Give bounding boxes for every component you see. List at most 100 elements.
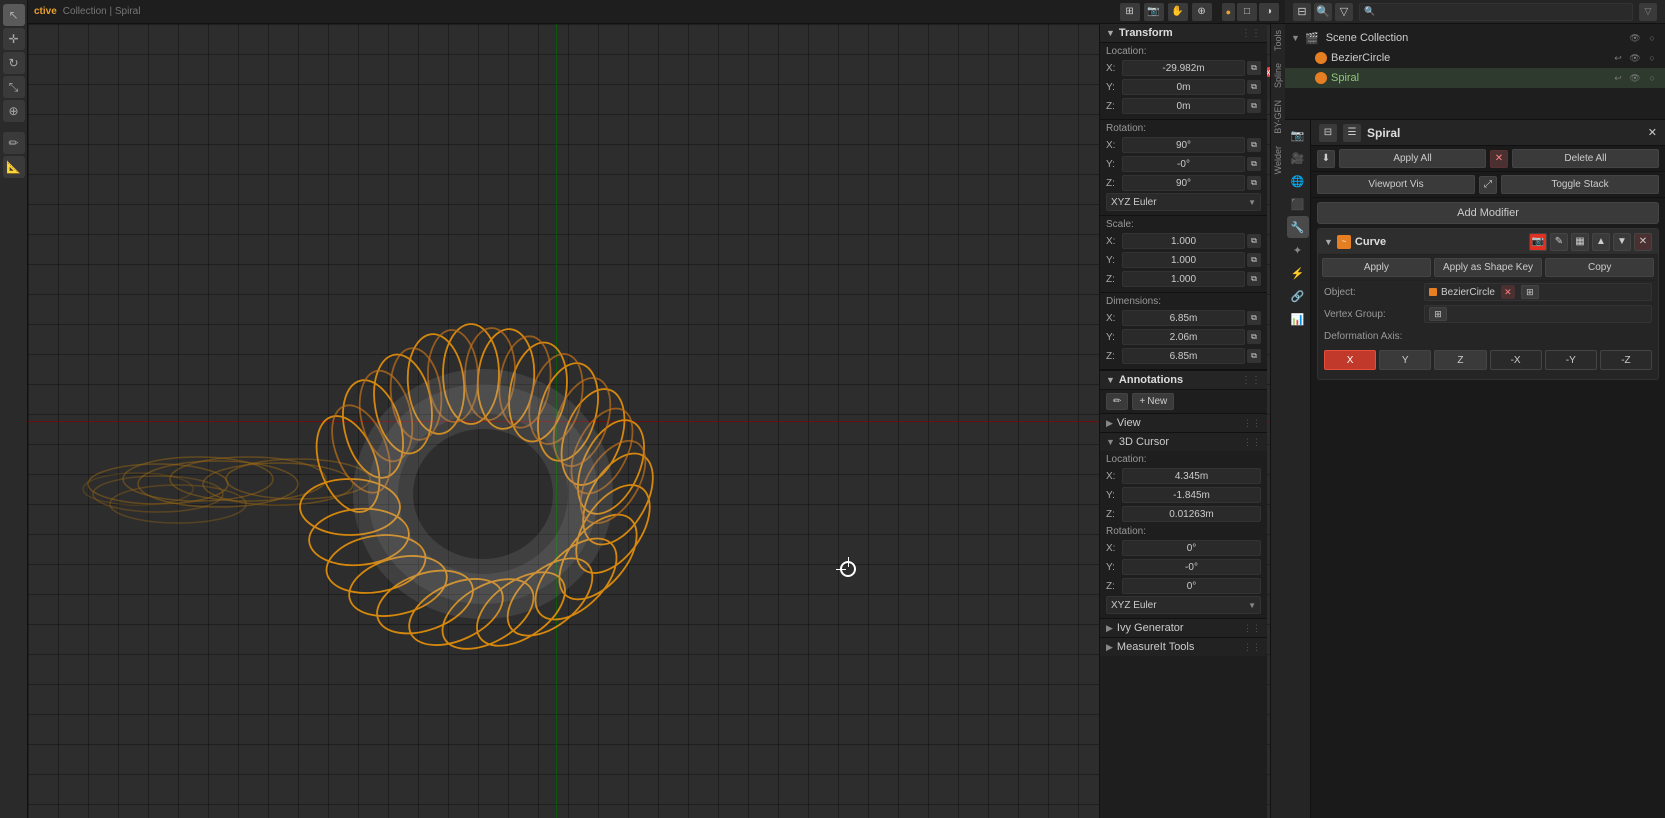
deform-axis-z-btn[interactable]: Z [1434,350,1486,370]
select-tool[interactable]: ↖ [3,4,25,26]
vtab-welder[interactable]: Welder [1271,140,1285,180]
annotate-new-btn[interactable]: + New [1132,393,1174,410]
location-x-copy[interactable]: ⧉ [1247,61,1261,75]
toggle-stack-button[interactable]: Toggle Stack [1501,175,1659,194]
annotate-tool[interactable]: ✏ [3,132,25,154]
tree-item-beziercircle[interactable]: BezierCircle ↩ 👁 ○ [1285,48,1665,68]
deform-axis-y-btn[interactable]: Y [1379,350,1431,370]
scale-x-copy[interactable]: ⧉ [1247,234,1261,248]
move-tool[interactable]: ✛ [3,28,25,50]
cursor-ry-value[interactable]: -0° [1122,559,1261,575]
apply-all-x-button[interactable]: ✕ [1490,150,1508,168]
outliner-filter-btn[interactable]: ▽ [1639,3,1657,21]
outliner-view-icon[interactable]: 🔍 [1314,3,1332,21]
dim-y-copy[interactable]: ⧉ [1247,330,1261,344]
viewport-vis-expand-icon[interactable]: ⤢ [1479,176,1497,194]
curve-modifier-up-icon[interactable]: ▲ [1592,233,1610,251]
dim-x-value[interactable]: 6.85m [1122,310,1245,326]
world-icon-btn[interactable]: 🌐 [1287,170,1309,192]
grid-icon[interactable]: ⊞ [1120,3,1140,21]
shading-wireframe[interactable]: □ [1237,3,1257,21]
scale-x-value[interactable]: 1.000 [1122,233,1245,249]
particles-icon-btn[interactable]: ✦ [1287,239,1309,261]
rotation-z-copy[interactable]: ⧉ [1247,176,1261,190]
cursor-x-value[interactable]: 4.345m [1122,468,1261,484]
location-y-copy[interactable]: ⧉ [1247,80,1261,94]
cursor-panel-header[interactable]: ▼ 3D Cursor ⋮⋮ [1100,433,1267,451]
modifier-panel-close-icon[interactable]: ✕ [1648,126,1657,139]
scale-z-copy[interactable]: ⧉ [1247,272,1261,286]
curve-vgroup-value[interactable]: ⊞ [1424,305,1652,323]
modifier-icon-btn[interactable]: 🔧 [1287,216,1309,238]
constraints-icon-btn[interactable]: 🔗 [1287,285,1309,307]
beziercircle-select-icon[interactable]: ○ [1645,51,1659,65]
tree-item-scene-collection[interactable]: ▼ 🎬 Scene Collection 👁 ○ [1285,28,1665,48]
beziercircle-eye-icon[interactable]: 👁 [1628,51,1642,65]
beziercircle-link-icon[interactable]: ↩ [1611,51,1625,65]
rotation-y-copy[interactable]: ⧉ [1247,157,1261,171]
curve-object-grid-btn[interactable]: ⊞ [1521,285,1539,299]
scale-tool[interactable]: ⤡ [3,76,25,98]
annotations-panel-header[interactable]: ▼ Annotations ⋮⋮ [1100,370,1267,390]
hand-icon[interactable]: ✋ [1168,3,1188,21]
delete-all-button[interactable]: Delete All [1512,149,1659,168]
transform-tool[interactable]: ⊕ [3,100,25,122]
outliner-filter-icon[interactable]: ▽ [1335,3,1353,21]
ivy-panel-header[interactable]: ▶ Ivy Generator ⋮⋮ [1100,619,1267,637]
curve-modifier-edit-icon[interactable]: ✎ [1550,233,1568,251]
add-modifier-button[interactable]: Add Modifier [1317,202,1659,224]
viewport-vis-button[interactable]: Viewport Vis [1317,175,1475,194]
location-x-value[interactable]: -29.982m [1122,60,1245,76]
measureit-panel-header[interactable]: ▶ MeasureIt Tools ⋮⋮ [1100,638,1267,656]
cursor-rotation-mode-select[interactable]: XYZ Euler ▼ [1106,596,1261,614]
scale-y-copy[interactable]: ⧉ [1247,253,1261,267]
dim-z-value[interactable]: 6.85m [1122,348,1245,364]
curve-apply-button[interactable]: Apply [1322,258,1431,277]
location-z-copy[interactable]: ⧉ [1247,99,1261,113]
cursor-rz-value[interactable]: 0° [1122,578,1261,594]
outliner-search[interactable]: 🔍 [1359,3,1633,21]
scale-y-value[interactable]: 1.000 [1122,252,1245,268]
scale-z-value[interactable]: 1.000 [1122,271,1245,287]
rotation-z-value[interactable]: 90° [1122,175,1245,191]
dim-x-copy[interactable]: ⧉ [1247,311,1261,325]
vtab-bygen[interactable]: BY-GEN [1271,94,1285,140]
curve-object-x-btn[interactable]: ✕ [1501,285,1515,299]
location-y-value[interactable]: 0m [1122,79,1245,95]
scene-collection-select-icon[interactable]: ○ [1645,31,1659,45]
modifier-panel-view-icon[interactable]: ☰ [1343,124,1361,142]
apply-all-button[interactable]: Apply All [1339,149,1486,168]
cursor-rx-value[interactable]: 0° [1122,540,1261,556]
curve-modifier-down-icon[interactable]: ▼ [1613,233,1631,251]
location-z-value[interactable]: 0m [1122,98,1245,114]
camera-icon[interactable]: 📷 [1144,3,1164,21]
vtab-tools[interactable]: Tools [1271,24,1285,57]
render-icon-btn[interactable]: 📷 [1287,124,1309,146]
annotate-pencil-btn[interactable]: ✏ [1106,393,1128,410]
curve-vgroup-grid-btn[interactable]: ⊞ [1429,307,1447,321]
deform-axis-x-btn[interactable]: X [1324,350,1376,370]
scene-collection-eye-icon[interactable]: 👁 [1628,31,1642,45]
spiral-link-icon[interactable]: ↩ [1611,71,1625,85]
main-viewport[interactable]: ctive Collection | Spiral ⊞ 📷 ✋ ⊕ ● □ ◑ [28,0,1285,818]
curve-modifier-camera-icon[interactable]: 📷 [1529,233,1547,251]
curve-copy-button[interactable]: Copy [1545,258,1654,277]
curve-apply-shape-key-button[interactable]: Apply as Shape Key [1434,258,1543,277]
rotate-tool[interactable]: ↻ [3,52,25,74]
cursor-y-value[interactable]: -1.845m [1122,487,1261,503]
modifier-panel-menu-icon[interactable]: ⊟ [1319,124,1337,142]
physics-icon-btn[interactable]: ⚡ [1287,262,1309,284]
dim-z-copy[interactable]: ⧉ [1247,349,1261,363]
tree-item-spiral[interactable]: Spiral ↩ 👁 ○ [1285,68,1665,88]
curve-modifier-x-icon[interactable]: ✕ [1634,233,1652,251]
deform-axis-neg-x-btn[interactable]: -X [1490,350,1542,370]
vtab-spline[interactable]: Spline [1271,57,1285,94]
transform-panel-header[interactable]: ▼ Transform ⋮⋮ [1100,24,1267,43]
deform-axis-neg-y-btn[interactable]: -Y [1545,350,1597,370]
rotation-y-value[interactable]: -0° [1122,156,1245,172]
spiral-select-icon[interactable]: ○ [1645,71,1659,85]
dim-y-value[interactable]: 2.06m [1122,329,1245,345]
view-panel-header[interactable]: ▶ View ⋮⋮ [1100,414,1267,432]
outliner-editor-icon[interactable]: ⊟ [1293,3,1311,21]
curve-object-value[interactable]: BezierCircle ✕ ⊞ [1424,283,1652,301]
